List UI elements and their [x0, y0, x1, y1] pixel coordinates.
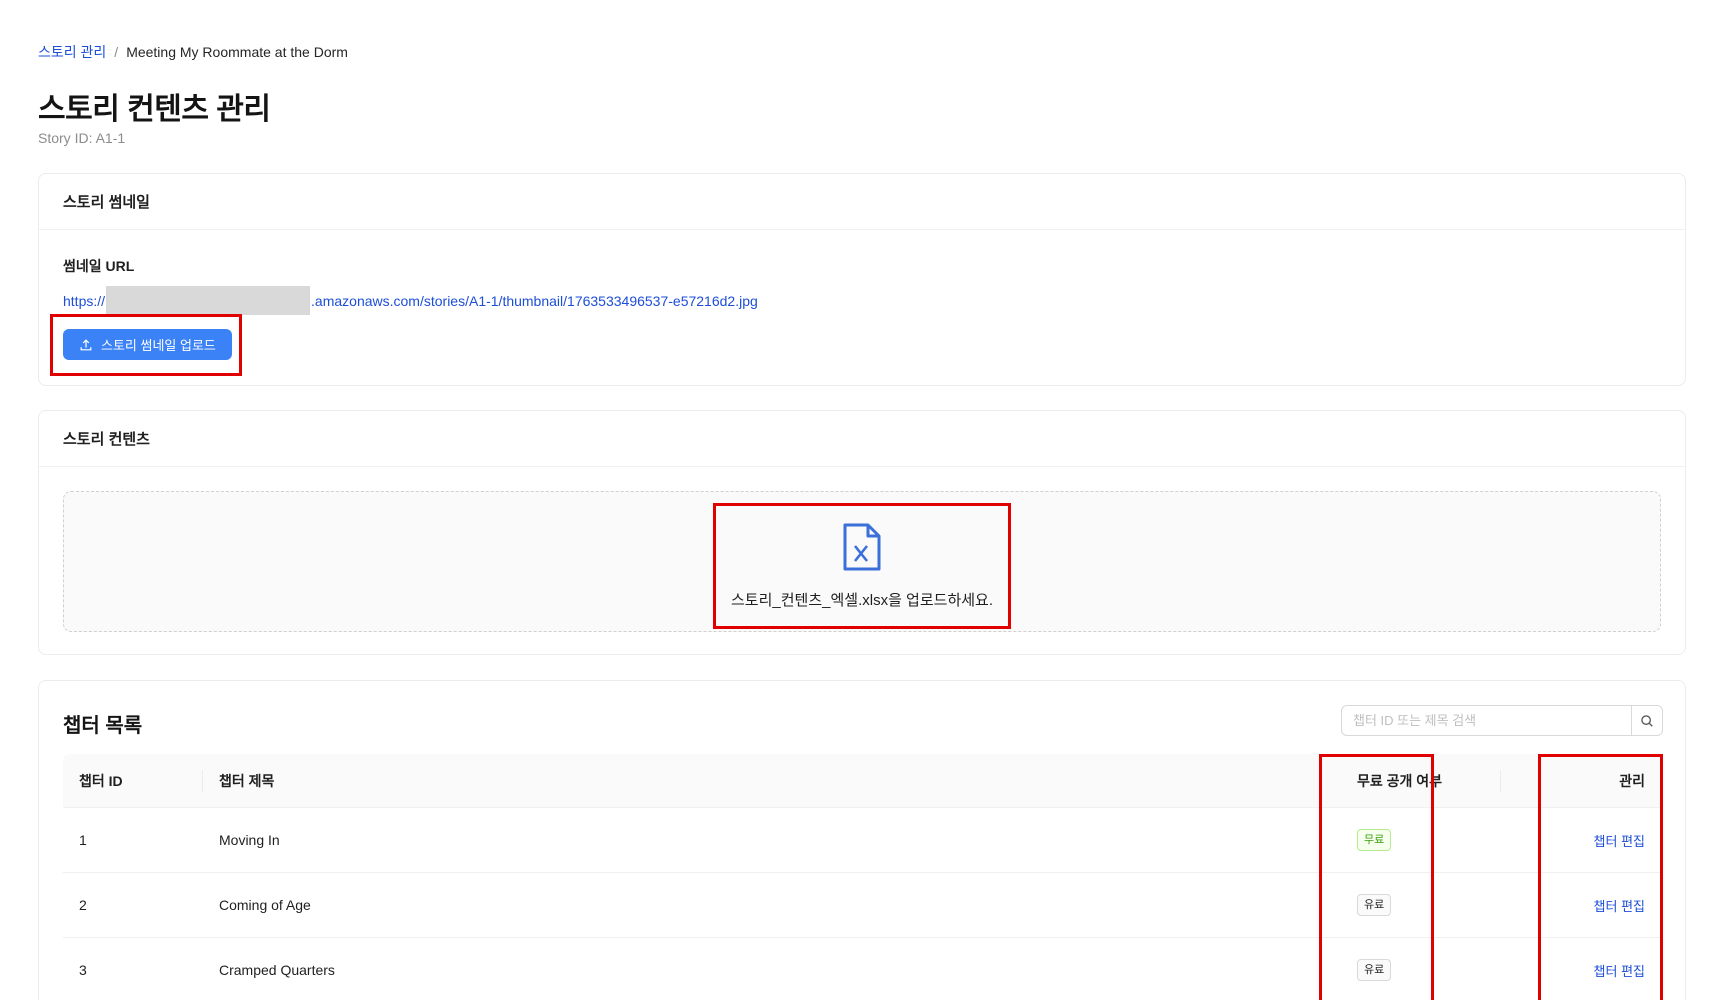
chapter-id-cell: 2 — [79, 897, 87, 913]
table-row: 2 Coming of Age 유료 챕터 편집 — [63, 873, 1661, 938]
upload-thumbnail-label: 스토리 썸네일 업로드 — [101, 338, 216, 353]
thumbnail-url-label: 썸네일 URL — [63, 258, 135, 274]
chapter-title-cell: Cramped Quarters — [219, 962, 335, 978]
breadcrumb-story-management-link[interactable]: 스토리 관리 — [38, 42, 106, 62]
edit-chapter-link[interactable]: 챕터 편집 — [1594, 964, 1645, 979]
thumbnail-card: 스토리 썸네일 썸네일 URL https:// .amazonaws.com/… — [38, 173, 1686, 386]
chapter-title-cell: Coming of Age — [219, 897, 311, 913]
page-title: 스토리 컨텐츠 관리 — [38, 93, 271, 126]
thumbnail-url-prefix: https:// — [63, 292, 106, 309]
edit-chapter-link[interactable]: 챕터 편집 — [1594, 834, 1645, 849]
column-header-manage: 관리 — [1619, 772, 1645, 789]
paid-tag: 유료 — [1357, 894, 1392, 916]
chapter-search — [1341, 705, 1663, 736]
thumbnail-card-title: 스토리 썸네일 — [39, 174, 1685, 230]
chapter-list-card: 챕터 목록 챕터 ID 챕터 제목 무료 공개 여부 관리 1 Moving I… — [38, 680, 1686, 1000]
excel-file-icon — [843, 523, 881, 571]
free-tag: 무료 — [1357, 829, 1392, 851]
table-row: 1 Moving In 무료 챕터 편집 — [63, 808, 1661, 873]
manage-cell: 챕터 편집 — [1501, 961, 1661, 980]
chapter-table: 챕터 ID 챕터 제목 무료 공개 여부 관리 1 Moving In 무료 챕… — [63, 754, 1661, 1000]
column-header-free: 무료 공개 여부 — [1341, 769, 1501, 792]
chapter-id-cell: 3 — [79, 962, 87, 978]
chapter-id-cell: 1 — [79, 832, 87, 848]
thumbnail-url-suffix: .amazonaws.com/stories/A1-1/thumbnail/17… — [311, 292, 758, 309]
story-id: Story ID: A1-1 — [38, 130, 126, 146]
table-header: 챕터 ID 챕터 제목 무료 공개 여부 관리 — [63, 754, 1661, 808]
access-cell: 무료 — [1341, 829, 1501, 851]
search-icon — [1641, 714, 1653, 727]
breadcrumb-separator: / — [114, 44, 119, 60]
edit-chapter-link[interactable]: 챕터 편집 — [1594, 899, 1645, 914]
column-header-id: 챕터 ID — [63, 769, 203, 792]
upload-thumbnail-button[interactable]: 스토리 썸네일 업로드 — [63, 329, 232, 360]
page: 스토리 관리 / Meeting My Roommate at the Dorm… — [0, 0, 1723, 1000]
manage-cell: 챕터 편집 — [1501, 831, 1661, 850]
content-card-title: 스토리 컨텐츠 — [39, 411, 1685, 467]
redacted-block — [106, 286, 311, 315]
access-cell: 유료 — [1341, 959, 1501, 981]
dropzone-text: 스토리_컨텐츠_엑셀.xlsx을 업로드하세요. — [730, 592, 994, 609]
breadcrumb-current: Meeting My Roommate at the Dorm — [126, 44, 348, 60]
table-row: 3 Cramped Quarters 유료 챕터 편집 — [63, 938, 1661, 1000]
thumbnail-url-link[interactable]: https:// .amazonaws.com/stories/A1-1/thu… — [63, 286, 758, 315]
breadcrumb: 스토리 관리 / Meeting My Roommate at the Dorm — [38, 42, 348, 62]
manage-cell: 챕터 편집 — [1501, 896, 1661, 915]
column-header-title: 챕터 제목 — [219, 772, 275, 789]
content-card: 스토리 컨텐츠 스토리_컨텐츠_엑셀.xlsx을 업로드하세요. — [38, 410, 1686, 655]
access-cell: 유료 — [1341, 894, 1501, 916]
upload-icon — [80, 338, 92, 350]
chapter-search-button[interactable] — [1631, 705, 1663, 736]
paid-tag: 유료 — [1357, 959, 1392, 981]
chapter-title-cell: Moving In — [219, 832, 280, 848]
chapter-search-input[interactable] — [1341, 705, 1631, 736]
chapter-list-title: 챕터 목록 — [63, 715, 143, 737]
